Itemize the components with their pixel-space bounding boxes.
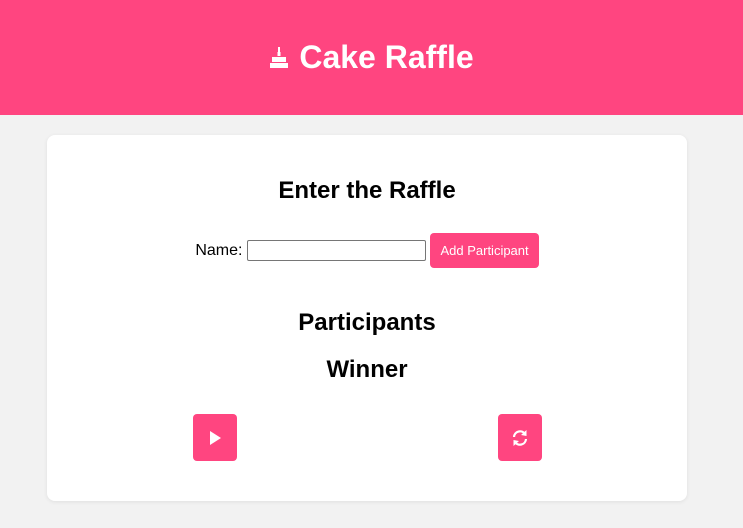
enter-raffle-heading: Enter the Raffle <box>278 177 456 204</box>
app-title-text: Cake Raffle <box>299 39 474 75</box>
cake-icon <box>270 46 289 68</box>
app-header: Cake Raffle <box>0 0 743 115</box>
participants-heading: Participants <box>298 309 436 336</box>
participant-form: Name: Add Participant <box>47 233 687 268</box>
winner-heading: Winner <box>326 356 408 383</box>
name-input[interactable] <box>247 240 427 261</box>
refresh-icon <box>512 429 528 446</box>
app-title: Cake Raffle <box>269 39 474 76</box>
raffle-card: Enter the Raffle Name: Add Participant P… <box>47 135 687 501</box>
draw-winner-button[interactable] <box>193 414 237 461</box>
name-label: Name: <box>195 241 243 259</box>
add-participant-button[interactable]: Add Participant <box>430 233 539 268</box>
reset-button[interactable] <box>498 414 542 461</box>
play-icon <box>210 430 221 445</box>
